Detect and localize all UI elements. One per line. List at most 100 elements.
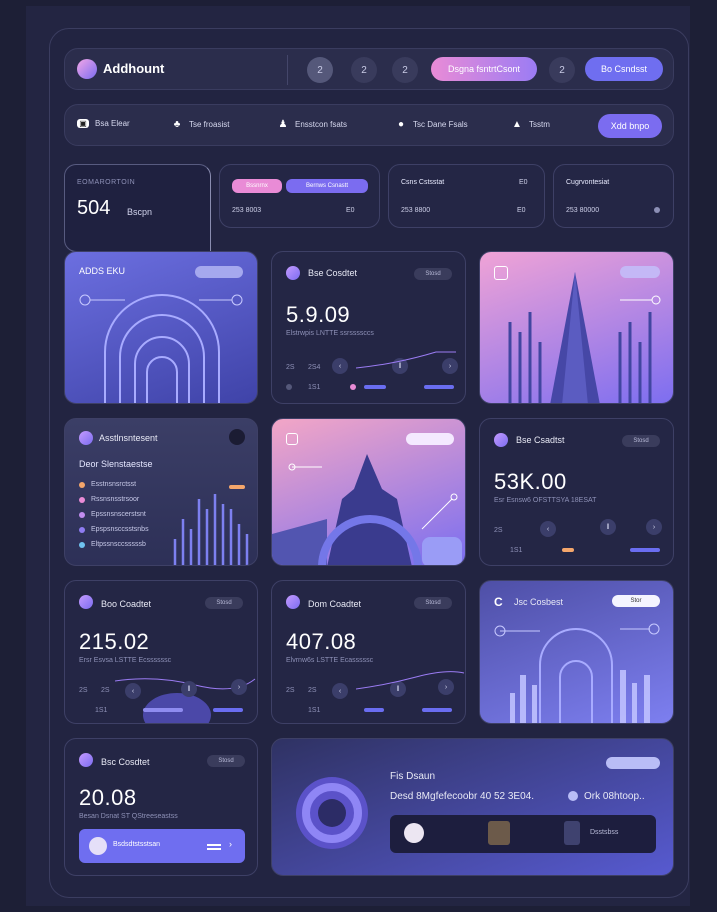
avatar[interactable]: [404, 823, 424, 843]
panel-metric-2: Bse Csadtst Stosd 53K.00 Esr Esnsw6 OFST…: [479, 418, 674, 566]
progress-slider[interactable]: [562, 548, 574, 552]
previous-button[interactable]: ‹: [125, 683, 141, 699]
metric-left-b: 2S: [308, 687, 317, 694]
next-button[interactable]: ›: [646, 519, 662, 535]
nav-item-4[interactable]: ▲ Tsstm: [511, 119, 550, 130]
panel-subtitle: Deor Slenstaestse: [79, 459, 153, 469]
panel-arch-tag[interactable]: [195, 266, 243, 278]
app-title: Addhount: [103, 61, 165, 76]
group-icon: ♟: [278, 119, 288, 130]
step-button-2[interactable]: 2: [351, 57, 377, 83]
page-indicator: 1S1: [308, 384, 321, 391]
panel-metric-3: Boo Coadtet Stosd 215.02 Ersr Esvsa LSTT…: [64, 580, 258, 724]
columns-illustration: [494, 623, 660, 723]
dot-indicator: [79, 482, 85, 488]
users-icon: ♣: [173, 119, 181, 130]
panel-tag[interactable]: Stosd: [622, 435, 660, 447]
divider: [287, 55, 288, 85]
avatar: [494, 433, 508, 447]
panel-title: Boo Coadtet: [101, 599, 152, 609]
profile-title: Fis Dsaun: [390, 771, 436, 782]
main-stat-label: EOMARORTOIN: [77, 179, 136, 186]
nav-bar: ▣ Bsa Elear ♣ Tse froasist ♟ Ensstcon fs…: [64, 104, 674, 146]
main-stat-unit: Bscpn: [127, 207, 153, 217]
panel-title: Jsc Cosbest: [514, 597, 564, 607]
metric-value: 407.08: [286, 629, 357, 654]
nav-item-0[interactable]: ▣ Bsa Elear: [77, 119, 130, 128]
metric-left-a: 2S: [286, 687, 295, 694]
avatar: [79, 431, 93, 445]
avatar: [79, 595, 93, 609]
panel-tag[interactable]: Stosd: [414, 597, 452, 609]
stat-card-3-value: 253 80000: [566, 207, 600, 214]
radio-icon[interactable]: [568, 791, 578, 801]
add-button[interactable]: Xdd bnpo: [598, 114, 662, 138]
options-icon[interactable]: [229, 429, 245, 445]
nav-label: Tse froasist: [189, 120, 230, 129]
metric-left-b: 2S4: [308, 364, 321, 371]
main-stat-card: EOMARORTOIN 504 Bscpn: [64, 164, 211, 252]
panel-tag[interactable]: [606, 757, 660, 769]
arch-illustration: [79, 294, 243, 403]
tower-illustration: [508, 272, 661, 403]
panel-tag[interactable]: Stor: [612, 595, 660, 607]
nav-item-1[interactable]: ♣ Tse froasist: [171, 119, 230, 130]
nav-label: Tsstm: [529, 120, 550, 129]
panel-tag[interactable]: Stosd: [207, 755, 245, 767]
panel-arch-title: ADDS EKU: [79, 266, 126, 276]
progress-slider[interactable]: [364, 385, 386, 389]
panel-columns: C Jsc Cosbest Stor: [479, 580, 674, 724]
panel-tag[interactable]: Stosd: [414, 268, 452, 280]
dot-indicator: [79, 542, 85, 548]
list-item-label: Eltpssnsccsssssb: [91, 541, 146, 548]
dot-indicator: [350, 384, 356, 390]
panel-arch: ADDS EKU: [64, 251, 258, 404]
previous-button[interactable]: ‹: [332, 683, 348, 699]
thumbnail-image[interactable]: [488, 821, 510, 845]
step-button-3[interactable]: 2: [392, 57, 418, 83]
donut-chart: [296, 777, 368, 849]
nav-item-2[interactable]: ♟ Ensstcon fsats: [277, 119, 348, 130]
previous-button[interactable]: ‹: [540, 521, 556, 537]
progress-slider[interactable]: [213, 708, 243, 712]
action-bar[interactable]: Bsdsdtstsstsan ›: [79, 829, 245, 863]
step-button-1[interactable]: 2: [307, 57, 333, 83]
secondary-action-button[interactable]: Bo Csndsst: [585, 57, 663, 81]
stat-card-3-title: Cugrvontesiat: [566, 179, 610, 186]
profile-line: Desd 8Mgfefecoobr 40 52 3E04.: [390, 791, 534, 802]
step-button-4[interactable]: 2: [549, 57, 575, 83]
stat-card-1-value: 253 8003: [232, 207, 262, 214]
next-button[interactable]: ›: [231, 679, 247, 695]
progress-slider[interactable]: [424, 385, 454, 389]
main-stat-value: 504: [77, 197, 111, 219]
progress-slider[interactable]: [630, 548, 660, 552]
play-button[interactable]: ‖: [181, 681, 197, 697]
metric-value: 53K.00: [494, 469, 567, 494]
metric-left-a: 2S: [79, 687, 88, 694]
list-item-label: Rssnsnsstrsoor: [91, 496, 140, 503]
page-indicator: 1S1: [510, 547, 523, 554]
stat-card-1: Bssnrnx Bernws Csnastt 253 8003 E0: [219, 164, 380, 228]
stat-card-2-value: 253 8800: [401, 207, 431, 214]
panel-title: Bse Cosdtet: [308, 268, 358, 278]
progress-slider[interactable]: [364, 708, 384, 712]
metric-value: 20.08: [79, 785, 137, 810]
c-logo-icon: C: [494, 595, 503, 609]
progress-slider[interactable]: [143, 708, 183, 712]
progress-slider[interactable]: [422, 708, 452, 712]
play-button[interactable]: ‖: [600, 519, 616, 535]
dot-indicator: [79, 512, 85, 518]
nav-label: Bsa Elear: [95, 119, 130, 128]
stat-tag-2: Bernws Csnastt: [286, 179, 368, 193]
settings-dot-icon: [654, 207, 660, 213]
thumbnail-image[interactable]: [564, 821, 580, 845]
nav-item-3[interactable]: ● Tsc Dane Fsals: [395, 119, 468, 130]
panel-tag[interactable]: Stosd: [205, 597, 243, 609]
panel-list: Asstlnsntesent Deor Slenstaestse Esstnsn…: [64, 418, 258, 566]
stat-card-1-right: E0: [346, 207, 355, 214]
avatar: [89, 837, 107, 855]
panel-metric-4: Dom Coadtet Stosd 407.08 Elvrnw6s LSTTE …: [271, 580, 466, 724]
primary-action-button[interactable]: Dsgna fsntrtCsont: [431, 57, 537, 81]
previous-button[interactable]: ‹: [332, 358, 348, 374]
dot-indicator: [79, 527, 85, 533]
